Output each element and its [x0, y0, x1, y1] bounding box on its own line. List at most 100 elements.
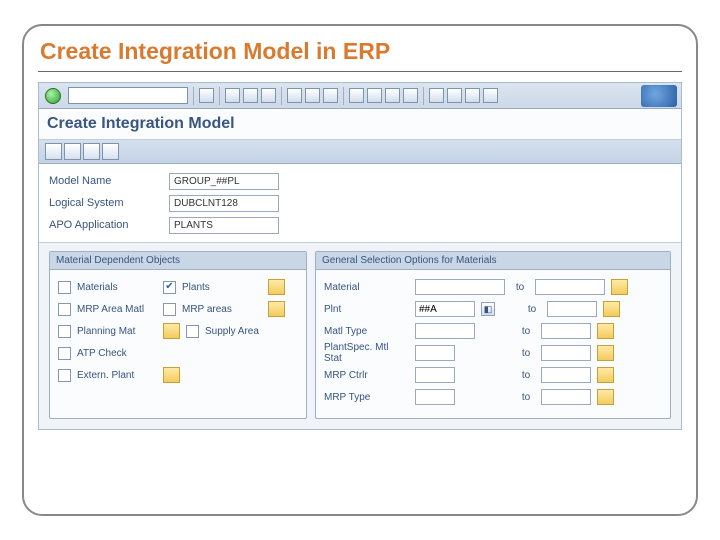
multiple-selection-icon[interactable]	[268, 279, 285, 295]
mdo-body: Materials Plants MRP Area Matl MRP areas	[50, 270, 306, 392]
checkbox-supply-area[interactable]	[186, 325, 199, 338]
checkbox-label: MRP Area Matl	[77, 304, 157, 315]
find-icon[interactable]	[305, 88, 320, 103]
shortcut-icon[interactable]	[447, 88, 462, 103]
checkbox-label: Supply Area	[205, 326, 285, 337]
system-toolbar	[39, 83, 681, 109]
find-next-icon[interactable]	[323, 88, 338, 103]
toolbar-separator	[193, 87, 194, 105]
to-label: to	[511, 282, 529, 293]
next-page-icon[interactable]	[385, 88, 400, 103]
app-toolbar	[39, 140, 681, 164]
print-icon[interactable]	[287, 88, 302, 103]
first-page-icon[interactable]	[349, 88, 364, 103]
variant-save-icon[interactable]	[83, 143, 100, 160]
toolbar-separator	[219, 87, 220, 105]
command-field[interactable]	[68, 87, 188, 104]
input-apo-application[interactable]	[169, 217, 279, 234]
label-model-name: Model Name	[49, 175, 169, 187]
prev-page-icon[interactable]	[367, 88, 382, 103]
input-material-to[interactable]	[535, 279, 605, 295]
title-underline	[38, 71, 682, 72]
sap-window: Create Integration Model Model Name Logi…	[38, 82, 682, 430]
checkbox-materials[interactable]	[58, 281, 71, 294]
f4-help-icon[interactable]: ◧	[481, 302, 495, 316]
gso-label: Material	[324, 282, 409, 293]
input-mrpctrlr-from[interactable]	[415, 367, 455, 383]
input-mrptype-to[interactable]	[541, 389, 591, 405]
create-session-icon[interactable]	[429, 88, 444, 103]
multiple-selection-icon[interactable]	[268, 301, 285, 317]
to-label: to	[517, 348, 535, 359]
checkbox-label: MRP areas	[182, 304, 262, 315]
exit-icon[interactable]	[243, 88, 258, 103]
ok-check-icon[interactable]	[45, 88, 61, 104]
slide-title: Create Integration Model in ERP	[24, 26, 696, 67]
sap-logo-icon	[641, 85, 677, 107]
gso-label: MRP Type	[324, 392, 409, 403]
gso-row: PlantSpec. Mtl Stat to	[324, 342, 662, 364]
input-material-from[interactable]	[415, 279, 505, 295]
input-matltype-to[interactable]	[541, 323, 591, 339]
gso-row: Plnt ◧ to	[324, 298, 662, 320]
multiple-selection-icon[interactable]	[611, 279, 628, 295]
variant-get-icon[interactable]	[64, 143, 81, 160]
input-logical-system[interactable]	[169, 195, 279, 212]
to-label: to	[517, 326, 535, 337]
slide-frame: Create Integration Model in ERP	[22, 24, 698, 516]
mdo-row: MRP Area Matl MRP areas	[58, 298, 298, 320]
groupbox-material-dependent-objects: Material Dependent Objects Materials Pla…	[49, 251, 307, 419]
groups-area: Material Dependent Objects Materials Pla…	[39, 243, 681, 429]
to-label: to	[517, 370, 535, 381]
checkbox-mrp-area-matl[interactable]	[58, 303, 71, 316]
label-logical-system: Logical System	[49, 197, 169, 209]
checkbox-mrp-areas[interactable]	[163, 303, 176, 316]
last-page-icon[interactable]	[403, 88, 418, 103]
multiple-selection-icon[interactable]	[597, 367, 614, 383]
input-plantspec-from[interactable]	[415, 345, 455, 361]
multiple-selection-icon[interactable]	[597, 323, 614, 339]
cancel-icon[interactable]	[261, 88, 276, 103]
to-label: to	[523, 304, 541, 315]
checkbox-extern-plant[interactable]	[58, 369, 71, 382]
gso-row: MRP Ctrlr to	[324, 364, 662, 386]
multiple-selection-icon[interactable]	[597, 389, 614, 405]
checkbox-label: Plants	[182, 282, 262, 293]
input-plant-from[interactable]	[415, 301, 475, 317]
checkbox-plants[interactable]	[163, 281, 176, 294]
mdo-row: ATP Check	[58, 342, 298, 364]
save-icon[interactable]	[199, 88, 214, 103]
multiple-selection-icon[interactable]	[603, 301, 620, 317]
groupbox-title: General Selection Options for Materials	[316, 252, 670, 270]
checkbox-label: Materials	[77, 282, 157, 293]
input-plant-to[interactable]	[547, 301, 597, 317]
execute-icon[interactable]	[45, 143, 62, 160]
checkbox-planning-mat[interactable]	[58, 325, 71, 338]
layout-icon[interactable]	[483, 88, 498, 103]
help-icon[interactable]	[465, 88, 480, 103]
checkbox-label: Planning Mat	[77, 326, 157, 337]
input-mrptype-from[interactable]	[415, 389, 455, 405]
back-icon[interactable]	[225, 88, 240, 103]
input-model-name[interactable]	[169, 173, 279, 190]
gso-label: MRP Ctrlr	[324, 370, 409, 381]
selection-options-icon[interactable]	[102, 143, 119, 160]
input-mrpctrlr-to[interactable]	[541, 367, 591, 383]
multiple-selection-icon[interactable]	[163, 323, 180, 339]
header-row-logsys: Logical System	[49, 192, 671, 214]
screen-title: Create Integration Model	[39, 109, 681, 140]
checkbox-atp-check[interactable]	[58, 347, 71, 360]
input-plantspec-to[interactable]	[541, 345, 591, 361]
input-matltype-from[interactable]	[415, 323, 475, 339]
groupbox-title: Material Dependent Objects	[50, 252, 306, 270]
multiple-selection-icon[interactable]	[597, 345, 614, 361]
gso-label: Plnt	[324, 304, 409, 315]
multiple-selection-icon[interactable]	[163, 367, 180, 383]
mdo-row: Materials Plants	[58, 276, 298, 298]
checkbox-label: Extern. Plant	[77, 370, 157, 381]
gso-row: MRP Type to	[324, 386, 662, 408]
toolbar-separator	[343, 87, 344, 105]
gso-row: Material to	[324, 276, 662, 298]
gso-label: PlantSpec. Mtl Stat	[324, 342, 409, 364]
mdo-row: Extern. Plant	[58, 364, 298, 386]
